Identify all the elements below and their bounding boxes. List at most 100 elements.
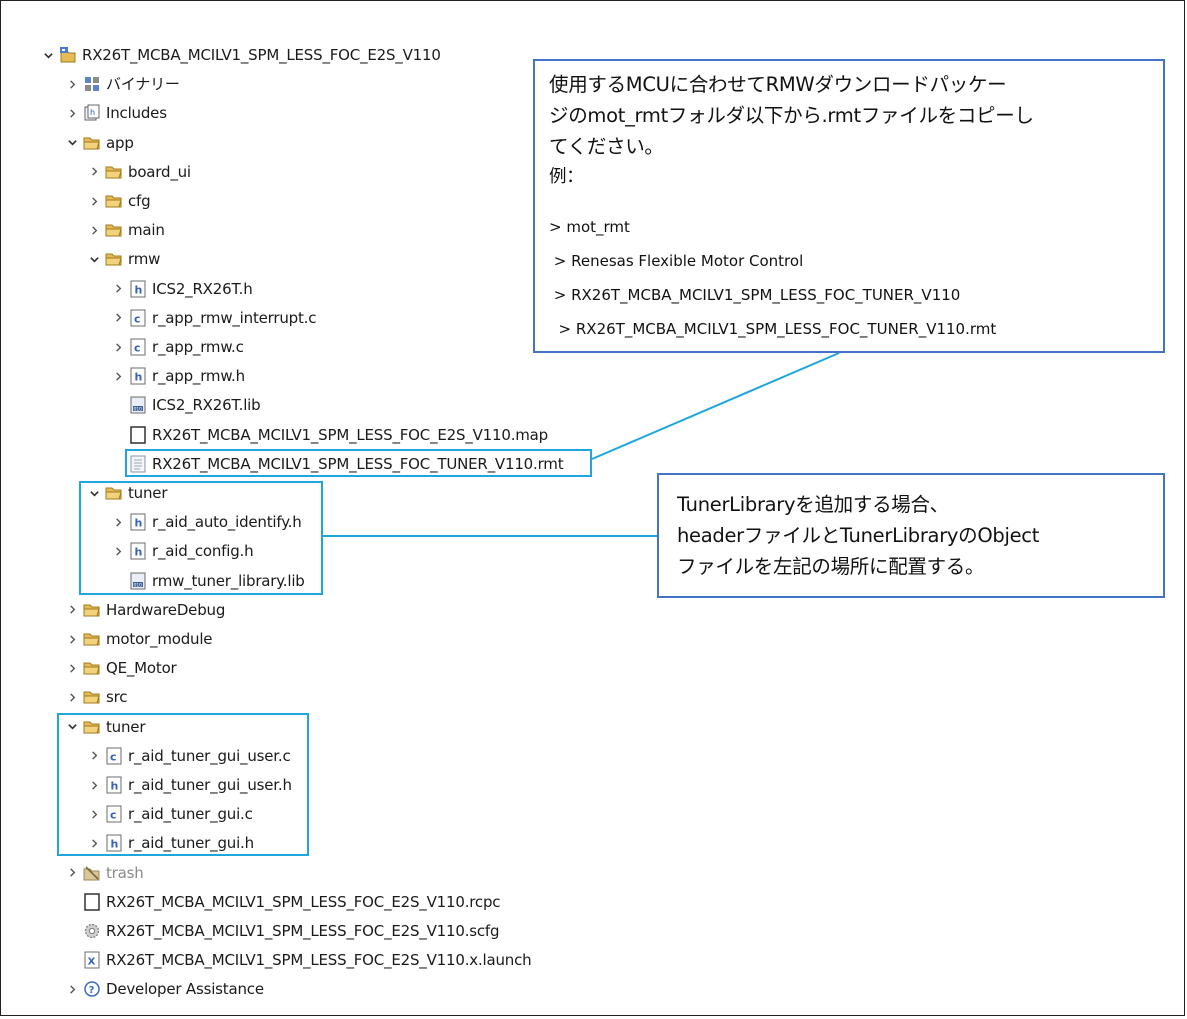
tree-item[interactable]: c r_app_rmw_interrupt.c <box>111 306 316 330</box>
tree-item[interactable]: ? Developer Assistance <box>65 977 264 1001</box>
chevron-right-icon[interactable] <box>111 281 125 297</box>
header-file-icon: h <box>129 367 147 385</box>
tree-item[interactable]: X RX26T_MCBA_MCILV1_SPM_LESS_FOC_E2S_V110… <box>65 948 532 972</box>
tree-item-label: tuner <box>106 717 146 736</box>
tree-item-label: src <box>106 688 128 707</box>
chevron-down-icon[interactable] <box>65 135 79 151</box>
chevron-right-icon[interactable] <box>111 514 125 530</box>
chevron-right-icon[interactable] <box>65 76 79 92</box>
chevron-right-icon[interactable] <box>87 806 101 822</box>
tree-item[interactable]: app <box>65 131 134 155</box>
project-explorer-figure: RX26T_MCBA_MCILV1_SPM_LESS_FOC_E2S_V110 バ… <box>0 0 1185 1016</box>
tree-item[interactable]: c r_app_rmw.c <box>111 335 244 359</box>
chevron-right-icon[interactable] <box>65 660 79 676</box>
chevron-right-icon[interactable] <box>87 835 101 851</box>
tree-item-label: RX26T_MCBA_MCILV1_SPM_LESS_FOC_E2S_V110 <box>82 46 441 64</box>
tree-item-label: Developer Assistance <box>106 980 264 999</box>
tree-item-label: rmw_tuner_library.lib <box>152 571 305 590</box>
tree-item[interactable]: board_ui <box>87 160 191 184</box>
chevron-right-icon[interactable] <box>65 602 79 618</box>
binaries-icon <box>83 75 101 93</box>
chevron-down-icon[interactable] <box>65 719 79 735</box>
svg-text:h: h <box>135 283 143 296</box>
tree-item[interactable]: trash <box>65 861 144 885</box>
folder-icon <box>105 163 123 181</box>
svg-text:c: c <box>134 342 140 355</box>
chevron-right-icon[interactable] <box>65 981 79 997</box>
chevron-right-icon[interactable] <box>111 368 125 384</box>
header-file-icon: h <box>129 542 147 560</box>
chevron-right-icon[interactable] <box>87 748 101 764</box>
chevron-right-icon[interactable] <box>111 543 125 559</box>
tree-item-label: cfg <box>128 192 151 210</box>
folder-icon <box>83 630 101 648</box>
tree-item-label: RX26T_MCBA_MCILV1_SPM_LESS_FOC_E2S_V110.… <box>106 951 532 970</box>
tree-item[interactable]: rmw <box>87 247 160 271</box>
folder-icon <box>105 250 123 268</box>
tree-item[interactable]: main <box>87 218 165 242</box>
tree-item[interactable]: バイナリー <box>65 72 180 96</box>
svg-text:h: h <box>135 371 143 384</box>
tree-item[interactable]: motor_module <box>65 627 213 651</box>
tree-item[interactable]: RX26T_MCBA_MCILV1_SPM_LESS_FOC_E2S_V110.… <box>65 919 500 943</box>
svg-text:c: c <box>110 750 116 763</box>
tree-item[interactable]: RX26T_MCBA_MCILV1_SPM_LESS_FOC_E2S_V110.… <box>65 890 501 914</box>
chevron-right-icon[interactable] <box>87 193 101 209</box>
tree-item[interactable]: h Includes <box>65 101 167 125</box>
chevron-right-icon[interactable] <box>87 222 101 238</box>
chevron-right-icon[interactable] <box>87 777 101 793</box>
project-icon <box>59 46 77 64</box>
chevron-down-icon[interactable] <box>41 47 55 63</box>
tree-item[interactable]: RX26T_MCBA_MCILV1_SPM_LESS_FOC_E2S_V110.… <box>111 423 548 447</box>
svg-text:h: h <box>135 546 143 559</box>
chevron-right-icon[interactable] <box>65 689 79 705</box>
tree-item-label: main <box>128 221 165 240</box>
tree-item[interactable]: h r_aid_auto_identify.h <box>111 510 302 534</box>
chevron-down-icon[interactable] <box>87 485 101 501</box>
tree-item[interactable]: 010 rmw_tuner_library.lib <box>111 569 305 593</box>
tree-item-label: r_aid_tuner_gui.c <box>128 805 253 824</box>
tree-item[interactable]: h ICS2_RX26T.h <box>111 277 253 301</box>
tree-item[interactable]: HardwareDebug <box>65 598 225 622</box>
tree-item[interactable]: h r_app_rmw.h <box>111 364 245 388</box>
text-file-icon <box>129 455 147 473</box>
folder-icon <box>83 688 101 706</box>
svg-text:h: h <box>90 108 95 117</box>
chevron-down-icon[interactable] <box>87 251 101 267</box>
svg-text:h: h <box>111 838 119 851</box>
tree-item[interactable]: 010 ICS2_RX26T.lib <box>111 393 261 417</box>
connector-rmt <box>591 352 840 460</box>
tree-item[interactable]: src <box>65 685 128 709</box>
tree-item-label: motor_module <box>106 630 213 648</box>
tree-item-label: trash <box>106 863 144 882</box>
tree-item[interactable]: c r_aid_tuner_gui_user.c <box>87 744 291 768</box>
tree-item[interactable]: tuner <box>65 715 145 739</box>
tree-item[interactable]: RX26T_MCBA_MCILV1_SPM_LESS_FOC_TUNER_V11… <box>111 452 564 476</box>
tree-item[interactable]: RX26T_MCBA_MCILV1_SPM_LESS_FOC_E2S_V110 <box>41 43 441 67</box>
tree-item-label: HardwareDebug <box>106 600 226 619</box>
chevron-right-icon[interactable] <box>65 865 79 881</box>
tree-item[interactable]: h r_aid_config.h <box>111 539 254 563</box>
tree-item-label: r_aid_tuner_gui_user.c <box>128 746 291 765</box>
chevron-right-icon[interactable] <box>87 164 101 180</box>
svg-text:c: c <box>110 809 116 822</box>
tree-item-label: r_aid_tuner_gui_user.h <box>128 776 292 794</box>
tree-item-label: RX26T_MCBA_MCILV1_SPM_LESS_FOC_E2S_V110.… <box>106 892 501 911</box>
tree-item[interactable]: h r_aid_tuner_gui_user.h <box>87 773 292 797</box>
tree-item[interactable]: tuner <box>87 481 167 505</box>
tree-item-label: r_aid_config.h <box>152 542 254 561</box>
tree-item[interactable]: h r_aid_tuner_gui.h <box>87 831 254 855</box>
tree-item-label: rmw <box>128 250 161 269</box>
tree-item[interactable]: c r_aid_tuner_gui.c <box>87 802 253 826</box>
tree-item[interactable]: QE_Motor <box>65 656 177 680</box>
c-file-icon: c <box>129 338 147 356</box>
tree-item-label: r_aid_auto_identify.h <box>152 513 302 532</box>
chevron-right-icon[interactable] <box>65 105 79 121</box>
chevron-right-icon[interactable] <box>65 631 79 647</box>
chevron-right-icon[interactable] <box>111 339 125 355</box>
chevron-right-icon[interactable] <box>111 310 125 326</box>
tree-item[interactable]: cfg <box>87 189 151 213</box>
